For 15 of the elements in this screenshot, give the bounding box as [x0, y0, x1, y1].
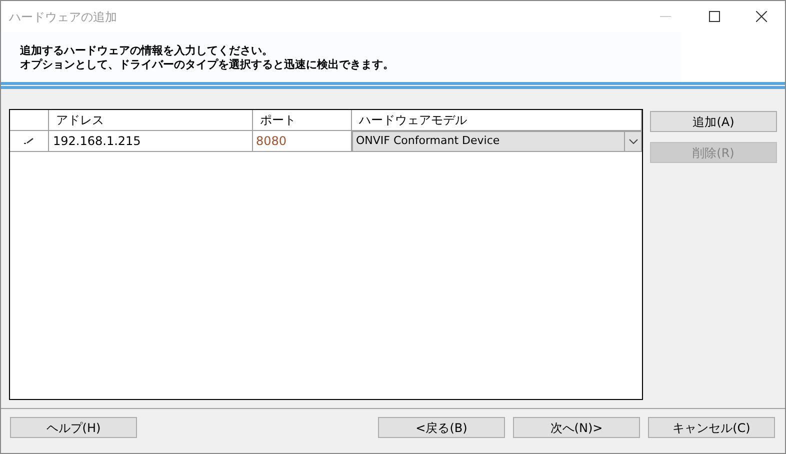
- add-button[interactable]: 追加(A): [650, 111, 777, 132]
- instruction-text: オプションとして、ドライバーのタイプを選択すると迅速に検出できます。: [20, 58, 395, 72]
- next-button[interactable]: 次へ(N)>: [513, 417, 640, 438]
- chevron-down-icon: [628, 139, 638, 144]
- table-cell: 192.168.1.215: [49, 131, 253, 152]
- help-button[interactable]: ヘルプ(H): [10, 417, 137, 438]
- instruction-text: 追加するハードウェアの情報を入力してください。: [20, 44, 274, 58]
- close-icon[interactable]: [756, 11, 767, 22]
- cancel-button[interactable]: キャンセル(C): [648, 417, 775, 438]
- maximize-icon[interactable]: [709, 11, 720, 22]
- column-header[interactable]: ポート: [253, 110, 352, 131]
- column-header[interactable]: アドレス: [49, 110, 253, 131]
- model-dropdown[interactable]: ONVIF Conformant Device: [352, 131, 642, 152]
- window-title: ハードウェアの追加: [9, 8, 118, 26]
- back-button[interactable]: <戻る(B): [378, 417, 505, 438]
